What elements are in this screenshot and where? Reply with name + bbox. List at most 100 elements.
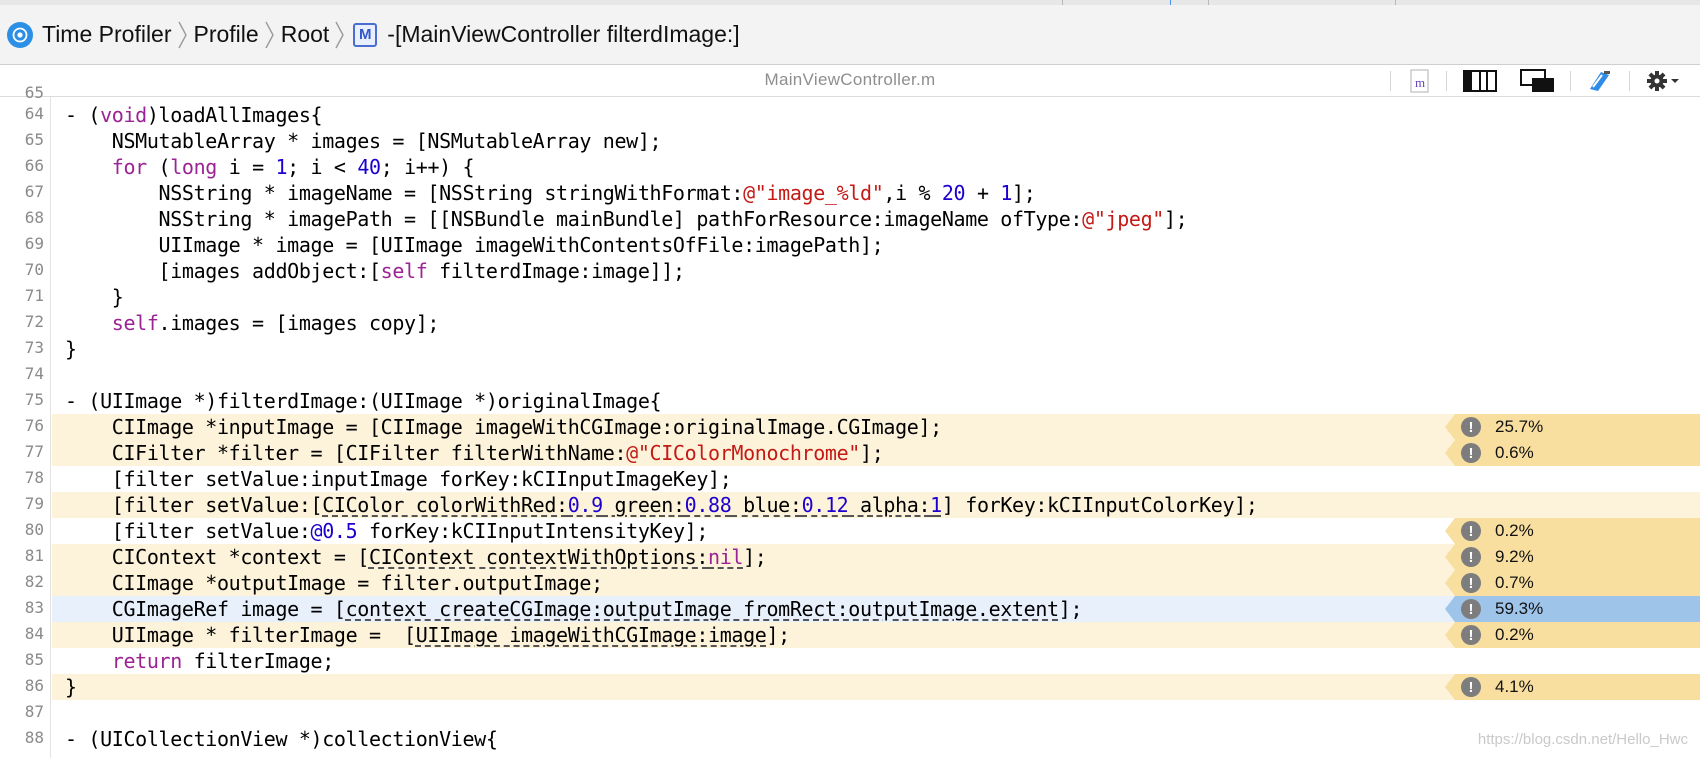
- line-number: 68: [24, 208, 44, 227]
- code-line[interactable]: 80 [filter setValue:@0.5 forKey:kCIInput…: [0, 518, 1700, 544]
- code-line[interactable]: 76 CIImage *inputImage = [CIImage imageW…: [0, 414, 1700, 440]
- sample-percent: 0.6%: [1495, 443, 1534, 462]
- sample-badge[interactable]: ! 0.2%: [1445, 518, 1700, 544]
- code-line: 67 NSString * imageName = [NSString stri…: [0, 180, 1700, 206]
- line-number: 77: [24, 442, 44, 461]
- line-number: 83: [24, 598, 44, 617]
- code-line: 75 - (UIImage *)filterdImage:(UIImage *)…: [0, 388, 1700, 414]
- code-text: CIImage *inputImage = [CIImage imageWith…: [65, 415, 942, 439]
- line-number: 81: [24, 546, 44, 565]
- code-text: UIImage * filterImage = [UIImage imageWi…: [65, 623, 790, 647]
- code-text: }: [65, 337, 77, 361]
- sample-percent: 0.7%: [1495, 573, 1534, 592]
- line-number: 72: [24, 312, 44, 331]
- chevron-right-icon: [335, 20, 345, 50]
- code-line: 73 }: [0, 336, 1700, 362]
- warning-icon: !: [1461, 625, 1481, 645]
- code-line: 71 }: [0, 284, 1700, 310]
- code-line: 68 NSString * imagePath = [[NSBundle mai…: [0, 206, 1700, 232]
- line-number: 71: [24, 286, 44, 305]
- breadcrumb-item-profile[interactable]: Profile: [194, 21, 259, 48]
- breadcrumb-item-root[interactable]: Root: [281, 21, 330, 48]
- code-line: 88 - (UICollectionView *)collectionView{: [0, 726, 1700, 752]
- line-number: 64: [24, 104, 44, 123]
- breadcrumb-label: Root: [280, 21, 330, 47]
- code-line: 85 return filterImage;: [0, 648, 1700, 674]
- sample-badge[interactable]: ! 0.6%: [1445, 440, 1700, 466]
- breadcrumb-item-time-profiler[interactable]: Time Profiler: [7, 21, 172, 48]
- line-number: 69: [24, 234, 44, 253]
- line-number: 75: [24, 390, 44, 409]
- code-text: }: [65, 675, 77, 699]
- warning-icon: !: [1461, 599, 1481, 619]
- code-text: [images addObject:[self filterdImage:ima…: [65, 259, 685, 283]
- line-number: 88: [24, 728, 44, 747]
- warning-icon: !: [1461, 547, 1481, 567]
- code-line: 64 - (void)loadAllImages{: [0, 102, 1700, 128]
- breadcrumb-item-method[interactable]: M -[MainViewController filterdImage:]: [351, 21, 740, 48]
- code-line: 72 self.images = [images copy];: [0, 310, 1700, 336]
- code-text: CIImage *outputImage = filter.outputImag…: [65, 571, 603, 595]
- code-editor[interactable]: 65 64 - (void)loadAllImages{ 65 NSMutabl…: [0, 83, 1700, 758]
- line-number: 74: [24, 364, 44, 383]
- code-text: - (UICollectionView *)collectionView{: [65, 727, 498, 751]
- warning-icon: !: [1461, 573, 1481, 593]
- sample-badge-selected[interactable]: ! 59.3%: [1445, 596, 1700, 622]
- code-text: }: [65, 285, 124, 309]
- code-text: CIFilter *filter = [CIFilter filterWithN…: [65, 441, 884, 465]
- sample-badge[interactable]: ! 0.7%: [1445, 570, 1700, 596]
- sample-percent: 0.2%: [1495, 521, 1534, 540]
- code-line: 74: [0, 362, 1700, 388]
- code-text: self.images = [images copy];: [111, 311, 440, 335]
- line-number: 79: [24, 494, 44, 513]
- warning-icon: !: [1461, 443, 1481, 463]
- breadcrumb-label: -[MainViewController filterdImage:]: [387, 21, 740, 47]
- chevron-right-icon: [177, 20, 188, 50]
- code-line[interactable]: 77 CIFilter *filter = [CIFilter filterWi…: [0, 440, 1700, 466]
- code-text: NSMutableArray * images = [NSMutableArra…: [65, 129, 662, 153]
- code-line[interactable]: 81 CIContext *context = [CIContext conte…: [0, 544, 1700, 570]
- line-number: 85: [24, 650, 44, 669]
- code-line[interactable]: 86 } ! 4.1%: [0, 674, 1700, 700]
- sample-badge[interactable]: ! 25.7%: [1445, 414, 1700, 440]
- breadcrumb: Time Profiler Profile Root M -[MainViewC…: [0, 5, 1700, 65]
- code-text: return filterImage;: [111, 649, 334, 673]
- code-line: 79 [filter setValue:[CIColor colorWithRe…: [0, 492, 1700, 518]
- warning-icon: !: [1461, 521, 1481, 541]
- line-number: 78: [24, 468, 44, 487]
- code-line[interactable]: 82 CIImage *outputImage = filter.outputI…: [0, 570, 1700, 596]
- code-text: [filter setValue:inputImage forKey:kCIIn…: [65, 467, 732, 491]
- sample-badge[interactable]: ! 9.2%: [1445, 544, 1700, 570]
- line-number: 73: [24, 338, 44, 357]
- code-line-selected[interactable]: 83 CGImageRef image = [context createCGI…: [0, 596, 1700, 622]
- breadcrumb-label: Profile: [193, 21, 259, 47]
- sample-percent: 25.7%: [1495, 417, 1544, 436]
- line-number: 86: [24, 676, 44, 695]
- code-text: [filter setValue:@0.5 forKey:kCIInputInt…: [65, 519, 709, 543]
- code-line[interactable]: 84 UIImage * filterImage = [UIImage imag…: [0, 622, 1700, 648]
- line-number: 82: [24, 572, 44, 591]
- chevron-right-icon: [265, 20, 275, 50]
- line-number: 87: [24, 702, 44, 721]
- breadcrumb-label: Time Profiler: [42, 21, 172, 47]
- code-line: 65 NSMutableArray * images = [NSMutableA…: [0, 128, 1700, 154]
- line-number: 65: [24, 83, 44, 102]
- line-number: 84: [24, 624, 44, 643]
- code-text: for (long i = 1; i < 40; i++) {: [111, 155, 475, 179]
- sample-percent: 59.3%: [1495, 599, 1544, 618]
- line-number: 67: [24, 182, 44, 201]
- warning-icon: !: [1461, 417, 1481, 437]
- line-number: 65: [24, 130, 44, 149]
- line-number: 76: [24, 416, 44, 435]
- sample-percent: 0.2%: [1495, 625, 1534, 644]
- sample-percent: 4.1%: [1495, 677, 1534, 696]
- line-number: 66: [24, 156, 44, 175]
- code-text: [filter setValue:[CIColor colorWithRed:0…: [65, 493, 1258, 517]
- code-text: CIContext *context = [CIContext contextW…: [65, 545, 767, 569]
- sample-badge[interactable]: ! 0.2%: [1445, 622, 1700, 648]
- sample-badge[interactable]: ! 4.1%: [1445, 674, 1700, 700]
- warning-icon: !: [1461, 677, 1481, 697]
- code-text: - (UIImage *)filterdImage:(UIImage *)ori…: [65, 389, 662, 413]
- time-profiler-icon: [7, 21, 33, 48]
- method-icon: M: [353, 22, 378, 47]
